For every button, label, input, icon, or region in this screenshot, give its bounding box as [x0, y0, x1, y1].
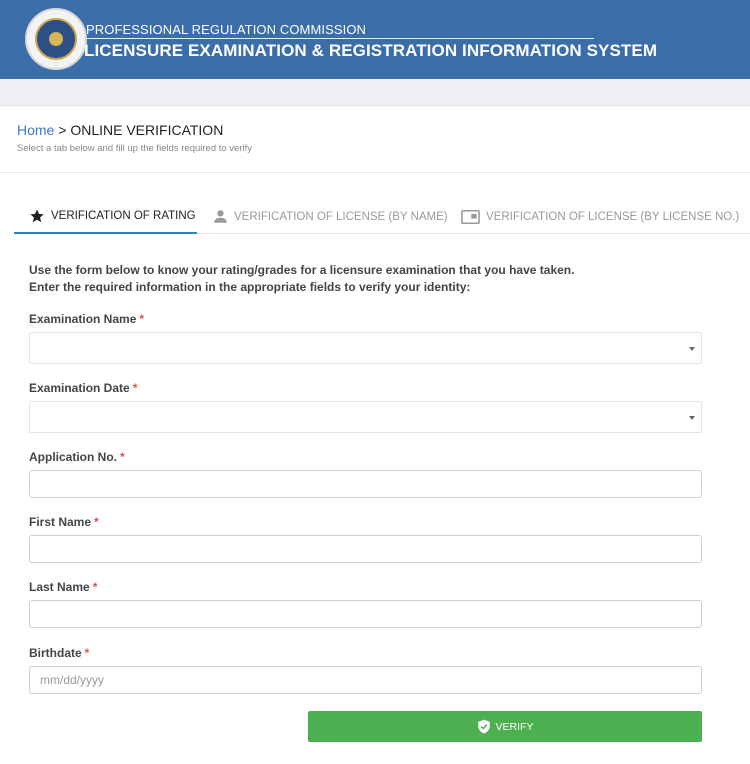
application-no-input[interactable]: [29, 470, 702, 498]
site-header: PROFESSIONAL REGULATION COMMISSION LICEN…: [0, 0, 750, 79]
instructions-line-1: Use the form below to know your rating/g…: [29, 263, 575, 277]
id-card-icon: [461, 209, 480, 224]
breadcrumb-subtitle: Select a tab below and fill up the field…: [17, 143, 252, 154]
required-mark: *: [132, 381, 138, 395]
exam-date-label: Examination Date *: [29, 381, 137, 395]
tab-label: VERIFICATION OF LICENSE (BY NAME): [234, 210, 448, 223]
header-strip: [0, 79, 750, 106]
instructions-line-2: Enter the required information in the ap…: [29, 280, 471, 294]
exam-name-label-text: Examination Name: [29, 312, 137, 326]
prc-seal-logo: [25, 8, 87, 70]
org-name: PROFESSIONAL REGULATION COMMISSION: [86, 22, 367, 37]
chevron-down-icon: [689, 347, 695, 351]
star-icon: [29, 208, 45, 224]
verify-button[interactable]: VERIFY: [308, 711, 702, 742]
required-mark: *: [84, 646, 90, 660]
first-name-label: First Name *: [29, 515, 99, 529]
tab-verification-of-rating[interactable]: VERIFICATION OF RATING: [14, 200, 197, 234]
first-name-input[interactable]: [29, 535, 702, 563]
exam-name-select[interactable]: [29, 332, 702, 364]
last-name-input[interactable]: [29, 600, 702, 628]
chevron-down-icon: [689, 416, 695, 420]
last-name-label: Last Name *: [29, 580, 97, 594]
system-name: LICENSURE EXAMINATION & REGISTRATION INF…: [84, 41, 658, 60]
first-name-label-text: First Name: [29, 515, 92, 529]
birthdate-label-text: Birthdate: [29, 646, 82, 660]
application-no-label: Application No. *: [29, 450, 125, 464]
exam-date-label-text: Examination Date: [29, 381, 130, 395]
verify-button-label: VERIFY: [495, 720, 534, 733]
shield-check-icon: [477, 719, 491, 734]
verification-tabs: VERIFICATION OF RATING VERIFICATION OF L…: [14, 200, 750, 234]
application-no-label-text: Application No.: [29, 450, 117, 464]
breadcrumb-current: ONLINE VERIFICATION: [70, 122, 224, 138]
header-divider: [86, 38, 594, 39]
user-icon: [213, 209, 228, 224]
required-mark: *: [94, 515, 99, 529]
breadcrumb-home-link[interactable]: Home: [17, 122, 54, 138]
form-instructions: Use the form below to know your rating/g…: [29, 262, 574, 296]
tab-verification-of-license-by-name[interactable]: VERIFICATION OF LICENSE (BY NAME): [213, 200, 448, 233]
tab-label: VERIFICATION OF RATING: [51, 210, 196, 222]
tab-verification-of-license-by-license-no[interactable]: VERIFICATION OF LICENSE (BY LICENSE NO.): [461, 200, 739, 233]
exam-name-label: Examination Name *: [29, 312, 144, 326]
divider: [0, 172, 750, 173]
breadcrumb-separator: >: [54, 122, 71, 138]
required-mark: *: [139, 312, 145, 326]
required-mark: *: [92, 580, 98, 594]
exam-date-select[interactable]: [29, 401, 702, 433]
last-name-label-text: Last Name: [29, 580, 90, 594]
tab-label: VERIFICATION OF LICENSE (BY LICENSE NO.): [486, 210, 740, 223]
birthdate-label: Birthdate *: [29, 646, 89, 660]
required-mark: *: [120, 450, 125, 464]
breadcrumb: Home > ONLINE VERIFICATION: [17, 122, 223, 138]
birthdate-input[interactable]: [29, 666, 702, 694]
